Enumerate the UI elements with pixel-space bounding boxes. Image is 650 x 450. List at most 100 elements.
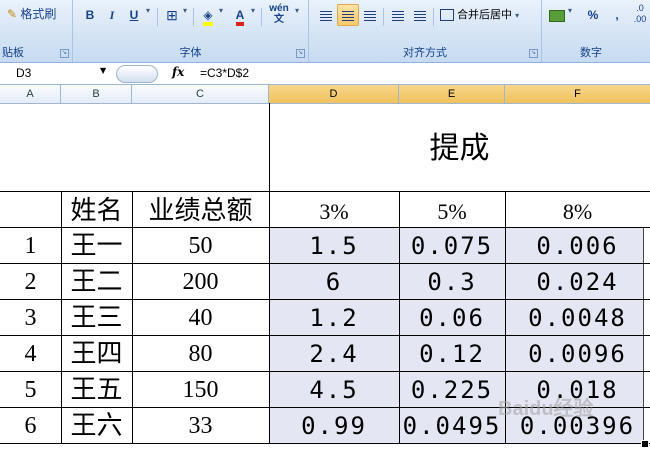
font-launcher-icon[interactable]: ↘ — [296, 49, 305, 58]
row-number-cell[interactable]: 3 — [0, 299, 61, 335]
name-cell[interactable]: 王三 — [61, 299, 132, 335]
row-number-cell[interactable]: 1 — [0, 227, 61, 263]
header-rate-3[interactable]: 3% — [269, 192, 399, 227]
row-number-cell[interactable]: 5 — [0, 371, 61, 407]
borders-dropdown-icon[interactable]: ▾ — [183, 6, 187, 15]
increase-decimal-button[interactable]: .0 .00 — [628, 2, 650, 30]
underline-button[interactable]: U — [123, 4, 145, 26]
separator — [193, 8, 194, 26]
commission-3-cell[interactable]: 0.99 — [269, 407, 399, 443]
watermark: Baidu经验 — [498, 398, 594, 420]
increase-indent-icon[interactable] — [409, 4, 431, 26]
total-cell[interactable]: 50 — [132, 227, 269, 263]
column-header-a[interactable]: A — [0, 85, 61, 103]
name-cell[interactable]: 王五 — [61, 371, 132, 407]
align-right-icon[interactable] — [359, 4, 381, 26]
column-header-c[interactable]: C — [132, 85, 269, 103]
total-cell[interactable]: 200 — [132, 263, 269, 299]
insert-function-icon[interactable]: fx — [172, 65, 184, 79]
commission-5-cell[interactable]: 0.12 — [399, 335, 505, 371]
align-left-icon[interactable] — [315, 4, 337, 26]
clipboard-group: ✎ 格式刷 贴板 ↘ — [0, 0, 73, 62]
row-number-cell[interactable]: 2 — [0, 263, 61, 299]
underline-dropdown-icon[interactable]: ▾ — [146, 6, 150, 15]
header-rate-8[interactable]: 8% — [505, 192, 650, 227]
name-box-dropdown-icon[interactable]: ▼ — [100, 66, 106, 75]
row-number-cell[interactable]: 4 — [0, 335, 61, 371]
bold-button[interactable]: B — [79, 4, 101, 26]
gridline — [399, 191, 400, 443]
fill-color-icon[interactable]: ◈ — [197, 4, 219, 26]
commission-3-cell[interactable]: 1.5 — [269, 227, 399, 263]
gridline — [0, 371, 650, 372]
title-cell[interactable]: 提成 — [269, 103, 650, 191]
gridline — [0, 227, 650, 228]
merge-dropdown-icon[interactable]: ▾ — [515, 11, 519, 20]
brush-icon: ✎ — [7, 7, 18, 21]
total-cell[interactable]: 40 — [132, 299, 269, 335]
commission-5-cell[interactable]: 0.225 — [399, 371, 505, 407]
format-painter-button[interactable]: ✎ 格式刷 — [6, 3, 70, 25]
fill-color-dropdown-icon[interactable]: ▾ — [219, 6, 223, 15]
phonetic-guide-button[interactable]: wén 文 — [265, 2, 293, 30]
commission-8-cell[interactable]: 0.006 — [505, 227, 650, 263]
alignment-group-label: 对齐方式 — [403, 46, 447, 59]
commission-5-cell[interactable]: 0.0495 — [399, 407, 505, 443]
name-cell[interactable]: 王四 — [61, 335, 132, 371]
commission-5-cell[interactable]: 0.06 — [399, 299, 505, 335]
align-center-icon[interactable] — [337, 4, 359, 26]
number-group: ▾ % , .0 .00 数字 — [542, 0, 650, 62]
gridline — [0, 299, 650, 300]
total-cell[interactable]: 33 — [132, 407, 269, 443]
font-color-icon[interactable]: A — [229, 4, 251, 26]
column-header-b[interactable]: B — [61, 85, 132, 103]
formula-bar-splitter[interactable] — [116, 65, 158, 83]
commission-8-cell[interactable]: 0.0096 — [505, 335, 650, 371]
commission-5-cell[interactable]: 0.075 — [399, 227, 505, 263]
row-number-cell[interactable]: 6 — [0, 407, 61, 443]
gridline — [269, 103, 270, 443]
separator — [433, 8, 434, 26]
borders-icon[interactable]: ⊞ — [161, 4, 183, 26]
number-group-label: 数字 — [580, 46, 602, 59]
header-total[interactable]: 业绩总额 — [132, 192, 269, 227]
italic-button[interactable]: I — [101, 4, 123, 26]
commission-8-cell[interactable]: 0.024 — [505, 263, 650, 299]
commission-3-cell[interactable]: 6 — [269, 263, 399, 299]
fill-handle[interactable] — [641, 440, 649, 448]
name-cell[interactable]: 王二 — [61, 263, 132, 299]
font-group-label: 字体 — [179, 46, 202, 59]
header-rate-5[interactable]: 5% — [399, 192, 505, 227]
name-cell[interactable]: 王一 — [61, 227, 132, 263]
formula-input[interactable]: =C3*D$2 — [200, 64, 249, 82]
commission-8-cell[interactable]: 0.0048 — [505, 299, 650, 335]
column-headers: A B C D E F — [0, 85, 650, 104]
total-cell[interactable]: 80 — [132, 335, 269, 371]
separator — [383, 8, 384, 26]
column-header-d[interactable]: D — [269, 85, 399, 103]
alignment-group: 合并后居中 ▾ 对齐方式 ↘ — [309, 0, 542, 62]
decrease-indent-icon[interactable] — [387, 4, 409, 26]
gridline — [132, 191, 133, 443]
gridline — [0, 335, 650, 336]
column-header-f[interactable]: F — [505, 85, 650, 103]
font-color-dropdown-icon[interactable]: ▾ — [251, 6, 255, 15]
comma-style-button[interactable]: , — [606, 4, 628, 26]
accounting-dropdown-icon[interactable]: ▾ — [568, 6, 572, 15]
column-header-e[interactable]: E — [399, 85, 505, 103]
commission-3-cell[interactable]: 2.4 — [269, 335, 399, 371]
header-name[interactable]: 姓名 — [61, 192, 132, 227]
percent-style-button[interactable]: % — [582, 4, 604, 26]
name-box[interactable]: D3 — [0, 64, 110, 82]
total-cell[interactable]: 150 — [132, 371, 269, 407]
phonetic-dropdown-icon[interactable]: ▾ — [295, 6, 299, 15]
gridline — [0, 191, 650, 192]
commission-3-cell[interactable]: 1.2 — [269, 299, 399, 335]
commission-5-cell[interactable]: 0.3 — [399, 263, 505, 299]
accounting-format-icon[interactable] — [546, 4, 568, 26]
commission-3-cell[interactable]: 4.5 — [269, 371, 399, 407]
name-cell[interactable]: 王六 — [61, 407, 132, 443]
merge-center-button[interactable]: 合并后居中 ▾ — [439, 4, 533, 26]
alignment-launcher-icon[interactable]: ↘ — [529, 49, 538, 58]
clipboard-launcher-icon[interactable]: ↘ — [60, 49, 69, 58]
